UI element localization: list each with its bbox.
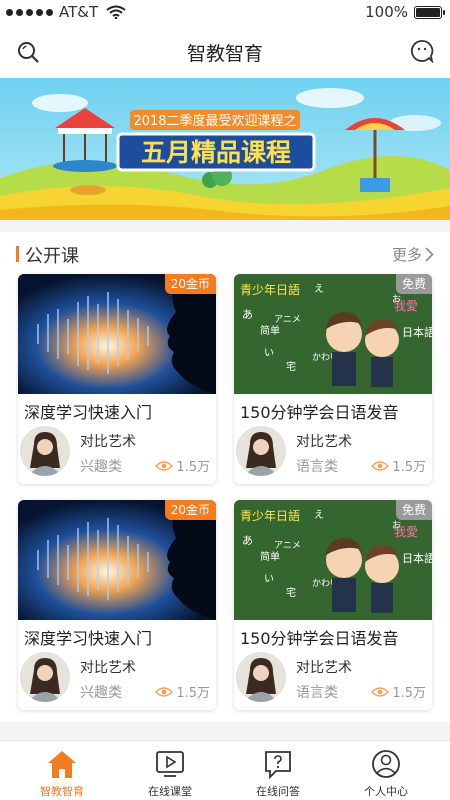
course-thumbnail: 青少年日語 え あ 简单 アニメ い 宅 かわいい 我愛 日本語 お 免费 xyxy=(234,274,432,394)
promo-banner[interactable]: 2018二季度最受欢迎课程之 五月精品课程 xyxy=(0,78,450,220)
price-badge: 免费 xyxy=(395,500,432,520)
eye-icon xyxy=(371,686,390,697)
chalk-zhai: 宅 xyxy=(286,586,296,599)
battery-icon xyxy=(414,5,445,19)
course-title: 150分钟学会日语发音 xyxy=(240,403,399,422)
question-bubble-icon xyxy=(265,751,291,779)
chalk-a: あ xyxy=(242,534,253,547)
course-title: 150分钟学会日语发音 xyxy=(240,629,399,648)
chalk-simple: 简单 xyxy=(260,550,280,563)
teacher-name: 对比艺术 xyxy=(80,660,136,676)
carrier-group: AT&T xyxy=(6,3,126,21)
avatar xyxy=(20,652,70,702)
tab-label: 在线问答 xyxy=(256,785,300,798)
course-thumbnail: 20金币 xyxy=(18,500,216,620)
chalk-e: え xyxy=(314,283,324,295)
course-category: 语言类 xyxy=(296,459,338,475)
chat-bubble-icon[interactable] xyxy=(410,39,434,63)
user-icon xyxy=(372,750,400,778)
price-badge: 20金币 xyxy=(164,500,216,520)
course-category: 兴趣类 xyxy=(80,459,122,475)
eye-icon xyxy=(155,460,174,471)
carrier-label: AT&T xyxy=(59,3,99,21)
view-count: 1.5万 xyxy=(155,456,210,475)
course-category: 兴趣类 xyxy=(80,685,122,701)
chalk-title: 青少年日語 xyxy=(240,508,300,523)
price-badge: 免费 xyxy=(395,274,432,294)
chalk-title: 青少年日語 xyxy=(240,282,300,297)
course-title: 深度学习快速入门 xyxy=(24,629,153,648)
open-course-section: 公开课 更多 20金币 深度学习快速入门 对比艺术 兴趣类 1.5万 青少年日語… xyxy=(0,232,450,722)
eye-icon xyxy=(155,686,174,697)
chalk-o: お xyxy=(392,520,401,531)
view-count-value: 1.5万 xyxy=(392,460,426,475)
section-header: 公开课 更多 xyxy=(0,232,450,274)
chevron-right-icon xyxy=(425,247,434,262)
chalk-anime: アニメ xyxy=(274,541,301,551)
chalk-anime: アニメ xyxy=(274,315,301,325)
chalk-jp: 日本語 xyxy=(402,325,432,339)
chalk-a: あ xyxy=(242,308,253,321)
page-title: 智教智育 xyxy=(186,43,263,65)
more-label: 更多 xyxy=(391,246,422,264)
chalk-jp: 日本語 xyxy=(402,551,432,565)
banner-illustration: 2018二季度最受欢迎课程之 五月精品课程 xyxy=(0,78,450,220)
view-count: 1.5万 xyxy=(155,682,210,701)
tab-label: 个人中心 xyxy=(364,785,408,798)
wifi-icon xyxy=(106,5,126,19)
tab-online-class[interactable]: 在线课堂 xyxy=(116,741,224,800)
avatar xyxy=(236,652,286,702)
view-count-value: 1.5万 xyxy=(176,686,210,701)
tab-online-qa[interactable]: 在线问答 xyxy=(224,741,332,800)
banner-subtitle: 2018二季度最受欢迎课程之 xyxy=(133,113,296,129)
video-screen-icon xyxy=(156,751,184,777)
status-bar: AT&T 100% xyxy=(0,0,450,26)
avatar xyxy=(236,426,286,476)
chalk-simple: 简单 xyxy=(260,324,280,337)
teacher-name: 对比艺术 xyxy=(296,660,352,676)
tab-profile[interactable]: 个人中心 xyxy=(332,741,440,800)
chalk-i: い xyxy=(264,574,274,585)
course-card[interactable]: 青少年日語 え あ 简单 アニメ い 宅 かわいい 我愛 日本語 お 免费 15… xyxy=(234,500,432,710)
battery-percent: 100% xyxy=(365,3,408,21)
eye-icon xyxy=(371,460,390,471)
more-link[interactable]: 更多 xyxy=(392,244,434,265)
teacher-name: 对比艺术 xyxy=(296,434,352,450)
bottom-tab-bar: 智教智育 在线课堂 在线问答 个人中心 xyxy=(0,740,450,800)
course-thumbnail: 青少年日語 え あ 简单 アニメ い 宅 かわいい 我愛 日本語 お 免费 xyxy=(234,500,432,620)
signal-icon xyxy=(6,8,53,16)
chalk-e: え xyxy=(314,509,324,521)
banner-headline: 五月精品课程 xyxy=(141,138,291,167)
view-count: 1.5万 xyxy=(371,456,426,475)
app-header: 智教智育 xyxy=(0,26,450,78)
chalk-o: お xyxy=(392,294,401,305)
tab-label: 在线课堂 xyxy=(148,785,192,798)
section-accent-bar xyxy=(16,246,19,262)
view-count-value: 1.5万 xyxy=(392,686,426,701)
course-card[interactable]: 青少年日語 え あ 简单 アニメ い 宅 かわいい 我愛 日本語 お 免费 15… xyxy=(234,274,432,484)
course-category: 语言类 xyxy=(296,685,338,701)
course-card[interactable]: 20金币 深度学习快速入门 对比艺术 兴趣类 1.5万 xyxy=(18,274,216,484)
view-count: 1.5万 xyxy=(371,682,426,701)
chalk-zhai: 宅 xyxy=(286,360,296,373)
teacher-name: 对比艺术 xyxy=(80,434,136,450)
tab-label: 智教智育 xyxy=(40,785,84,798)
chalk-i: い xyxy=(264,348,274,359)
course-thumbnail: 20金币 xyxy=(18,274,216,394)
home-icon xyxy=(48,751,76,778)
price-badge: 20金币 xyxy=(164,274,216,294)
view-count-value: 1.5万 xyxy=(176,460,210,475)
tab-home[interactable]: 智教智育 xyxy=(8,741,116,800)
battery-group: 100% xyxy=(365,3,445,21)
section-title: 公开课 xyxy=(25,246,79,267)
course-card[interactable]: 20金币 深度学习快速入门 对比艺术 兴趣类 1.5万 xyxy=(18,500,216,710)
avatar xyxy=(20,426,70,476)
course-title: 深度学习快速入门 xyxy=(24,403,153,422)
